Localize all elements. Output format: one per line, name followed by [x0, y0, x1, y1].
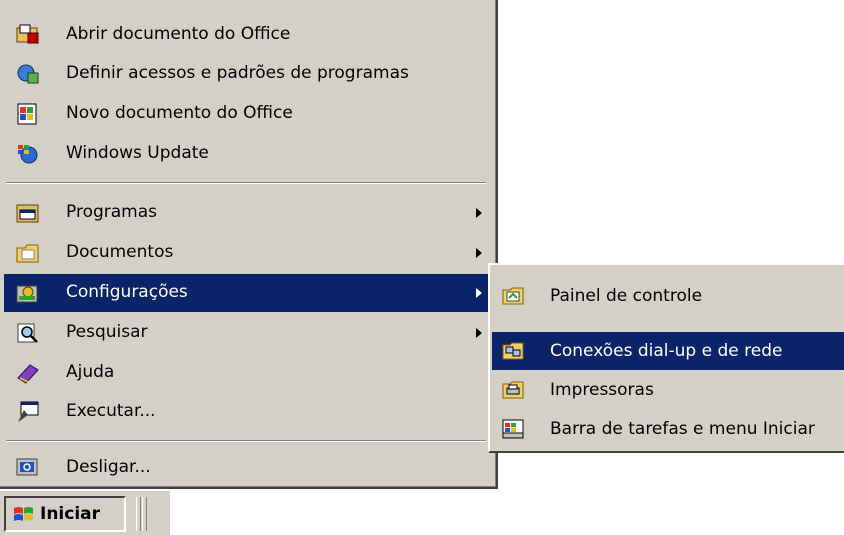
menu-item-open-office-document[interactable]: Abrir documento do Office	[4, 16, 490, 54]
documents-folder-icon	[16, 242, 40, 264]
submenu-item-control-panel[interactable]: Painel de controle	[492, 277, 844, 315]
submenu-arrow-icon	[476, 288, 482, 298]
settings-icon	[16, 282, 40, 304]
network-connections-icon	[502, 341, 524, 361]
submenu-item-network-connections[interactable]: Conexões dial-up e de rede	[492, 332, 844, 370]
menu-item-search[interactable]: Pesquisar	[4, 314, 490, 352]
submenu-item-label: Barra de tarefas e menu Iniciar	[550, 419, 815, 439]
menu-item-documents[interactable]: Documentos	[4, 234, 490, 272]
submenu-item-label: Impressoras	[550, 380, 654, 400]
submenu-item-printers[interactable]: Impressoras	[492, 371, 844, 409]
shutdown-icon	[16, 457, 40, 479]
menu-item-label: Executar...	[66, 401, 156, 421]
programs-folder-icon	[16, 202, 40, 224]
menu-item-new-office-document[interactable]: Novo documento do Office	[4, 95, 490, 133]
submenu-item-taskbar-start-menu[interactable]: Barra de tarefas e menu Iniciar	[492, 410, 844, 448]
menu-separator	[6, 182, 486, 184]
taskbar-grip[interactable]	[142, 497, 147, 531]
menu-item-label: Definir acessos e padrões de programas	[66, 63, 409, 83]
menu-item-settings[interactable]: Configurações	[4, 274, 490, 312]
taskbar-grip[interactable]	[136, 497, 141, 531]
menu-item-program-defaults[interactable]: Definir acessos e padrões de programas	[4, 55, 490, 93]
menu-item-programs[interactable]: Programas	[4, 194, 490, 232]
menu-item-label: Windows Update	[66, 143, 209, 163]
start-menu: Abrir documento do Office Definir acesso…	[0, 0, 498, 489]
menu-item-label: Ajuda	[66, 362, 115, 382]
menu-item-label: Novo documento do Office	[66, 103, 293, 123]
menu-separator	[6, 440, 486, 442]
submenu-arrow-icon	[476, 328, 482, 338]
menu-item-label: Programas	[66, 202, 158, 222]
menu-item-windows-update[interactable]: Windows Update	[4, 135, 490, 173]
submenu-arrow-icon	[476, 208, 482, 218]
search-icon	[16, 322, 40, 344]
taskbar-start-menu-icon	[502, 419, 524, 439]
taskbar: Iniciar	[0, 491, 844, 535]
menu-item-shutdown[interactable]: Desligar...	[4, 449, 490, 487]
menu-item-label: Configurações	[66, 282, 188, 302]
submenu-arrow-icon	[476, 248, 482, 258]
menu-item-label: Documentos	[66, 242, 174, 262]
program-defaults-icon	[16, 63, 40, 85]
start-button-label: Iniciar	[40, 504, 101, 524]
menu-item-help[interactable]: Ajuda	[4, 354, 490, 392]
open-office-document-icon	[16, 24, 40, 46]
control-panel-icon	[502, 286, 524, 306]
run-icon	[16, 401, 40, 423]
windows-flag-icon	[12, 504, 36, 526]
menu-item-label: Pesquisar	[66, 322, 148, 342]
menu-item-label: Desligar...	[66, 457, 151, 477]
start-button[interactable]: Iniciar	[4, 496, 126, 532]
menu-item-run[interactable]: Executar...	[4, 393, 490, 431]
submenu-item-label: Conexões dial-up e de rede	[550, 341, 783, 361]
new-office-document-icon	[16, 103, 40, 125]
settings-submenu: Painel de controle Conexões dial-up e de…	[488, 263, 844, 453]
help-book-icon	[16, 362, 40, 384]
windows-update-icon	[16, 143, 40, 165]
menu-item-label: Abrir documento do Office	[66, 24, 291, 44]
printers-icon	[502, 380, 524, 400]
submenu-item-label: Painel de controle	[550, 286, 703, 306]
